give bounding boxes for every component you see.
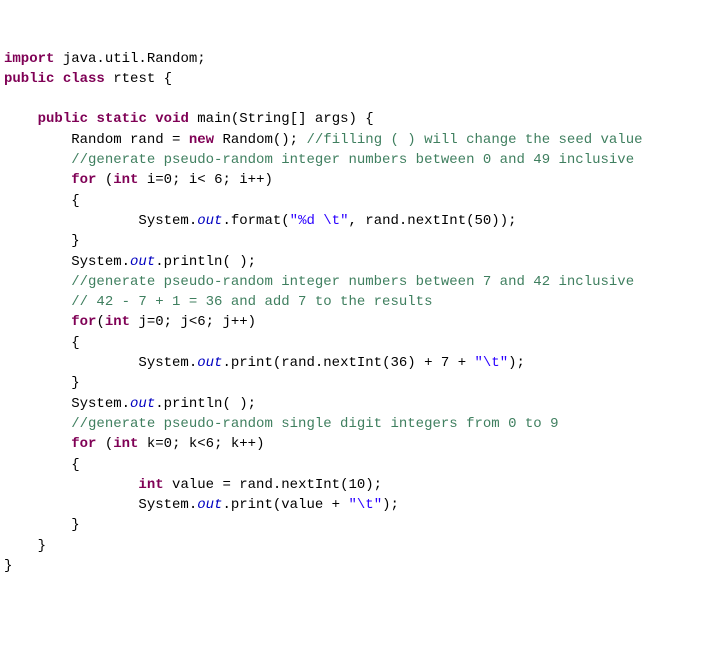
comment-gen-0-9: //generate pseudo-random single digit in… — [4, 416, 559, 432]
string-tab: "\t" — [348, 497, 382, 513]
out-field: out — [197, 213, 222, 229]
string-fmt: "%d \t" — [290, 213, 349, 229]
comment-gen-7-42: //generate pseudo-random integer numbers… — [4, 274, 634, 290]
out-field: out — [130, 396, 155, 412]
print-call: .print(value + — [222, 497, 348, 513]
keyword-public: public — [4, 71, 54, 87]
for-k-cond: k=0; k<6; k++) — [138, 436, 264, 452]
import-decl: java.util.Random; — [54, 51, 205, 67]
sys-out-prefix: System. — [4, 355, 197, 371]
class-decl: rtest { — [105, 71, 172, 87]
keyword-int: int — [105, 314, 130, 330]
sys-out-prefix: System. — [4, 497, 197, 513]
keyword-import: import — [4, 51, 54, 67]
brace-close: } — [4, 233, 80, 249]
println-call: .println( ); — [155, 396, 256, 412]
print-end: ); — [508, 355, 525, 371]
keyword-int: int — [138, 477, 163, 493]
main-sig: main(String[] args) { — [189, 111, 374, 127]
comment-gen-0-49: //generate pseudo-random integer numbers… — [4, 152, 634, 168]
for-j-cond: j=0; j<6; j++) — [130, 314, 256, 330]
val-decl-post: value = rand.nextInt(10); — [164, 477, 382, 493]
keyword-for: for — [71, 172, 96, 188]
keyword-int: int — [113, 436, 138, 452]
rand-decl-lhs: Random rand = — [4, 132, 189, 148]
keyword-class: class — [63, 71, 105, 87]
rand-decl-rhs: Random(); — [214, 132, 306, 148]
sys-out-prefix: System. — [4, 396, 130, 412]
brace-close-class: } — [4, 558, 12, 574]
brace-close: } — [4, 517, 80, 533]
out-field: out — [197, 355, 222, 371]
code-block: import java.util.Random; public class rt… — [4, 49, 718, 577]
keyword-int: int — [113, 172, 138, 188]
format-call: .format( — [222, 213, 289, 229]
for-j-open: ( — [96, 314, 104, 330]
brace-close-main: } — [4, 538, 46, 554]
print-end: ); — [382, 497, 399, 513]
keyword-static: static — [96, 111, 146, 127]
keyword-for: for — [71, 314, 96, 330]
comment-seed: //filling ( ) will change the seed value — [306, 132, 642, 148]
brace-open: { — [4, 335, 80, 351]
keyword-void: void — [155, 111, 189, 127]
brace-open: { — [4, 457, 80, 473]
out-field: out — [197, 497, 222, 513]
format-args: , rand.nextInt(50)); — [348, 213, 516, 229]
brace-open: { — [4, 193, 80, 209]
for-i-cond: i=0; i< 6; i++) — [138, 172, 272, 188]
brace-close: } — [4, 375, 80, 391]
keyword-public: public — [38, 111, 88, 127]
sys-out-prefix: System. — [4, 254, 130, 270]
for-k-open: ( — [96, 436, 113, 452]
println-call: .println( ); — [155, 254, 256, 270]
for-i-open: ( — [96, 172, 113, 188]
comment-calc: // 42 - 7 + 1 = 36 and add 7 to the resu… — [4, 294, 432, 310]
keyword-for: for — [71, 436, 96, 452]
string-tab: "\t" — [475, 355, 509, 371]
keyword-new: new — [189, 132, 214, 148]
sys-out-prefix: System. — [4, 213, 197, 229]
val-decl-pre — [4, 477, 138, 493]
print-call: .print(rand.nextInt(36) + 7 + — [222, 355, 474, 371]
out-field: out — [130, 254, 155, 270]
